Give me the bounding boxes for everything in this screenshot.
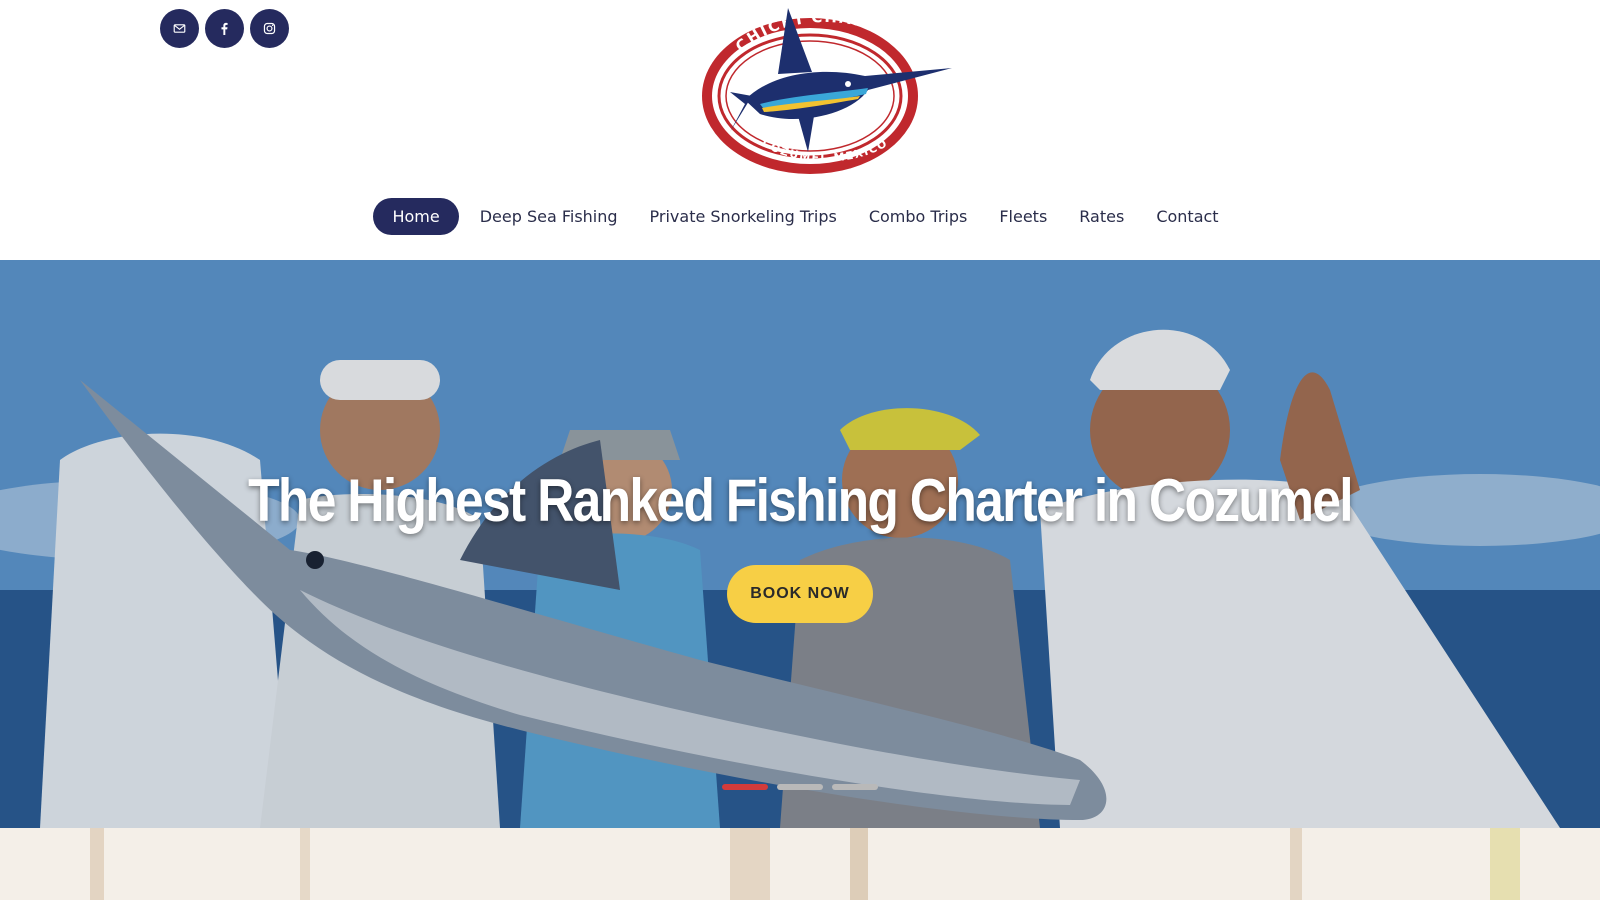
hero-title: The Highest Ranked Fishing Charter in Co… [248,467,1354,534]
nav-item-deep-sea-fishing[interactable]: Deep Sea Fishing [464,198,634,235]
slide-dot-2[interactable] [777,784,823,790]
boat-background-image [0,828,1600,900]
chichi-charters-logo[interactable]: CHICHI CHARTERS COZUMEL MEXICO [690,4,960,176]
email-icon [173,24,186,33]
nav-item-combo-trips[interactable]: Combo Trips [853,198,984,235]
nav-item-contact[interactable]: Contact [1140,198,1234,235]
next-section-preview [0,828,1600,900]
facebook-icon [221,22,228,35]
nav-item-private-snorkeling-trips[interactable]: Private Snorkeling Trips [634,198,853,235]
main-nav: Home Deep Sea Fishing Private Snorkeling… [0,198,1600,235]
nav-item-rates[interactable]: Rates [1063,198,1140,235]
hero-slider: The Highest Ranked Fishing Charter in Co… [0,260,1600,828]
email-button[interactable] [160,9,199,48]
nav-item-home[interactable]: Home [373,198,459,235]
social-links [160,9,289,48]
instagram-button[interactable] [250,9,289,48]
hero-overlay [0,260,1600,828]
slide-dot-1[interactable] [722,784,768,790]
slide-dot-3[interactable] [832,784,878,790]
slider-dots [722,784,878,790]
instagram-icon [263,22,276,35]
site-header: CHICHI CHARTERS COZUMEL MEXICO Home Deep… [0,0,1600,260]
facebook-button[interactable] [205,9,244,48]
nav-item-fleets[interactable]: Fleets [983,198,1063,235]
book-now-button[interactable]: BOOK NOW [727,565,873,623]
